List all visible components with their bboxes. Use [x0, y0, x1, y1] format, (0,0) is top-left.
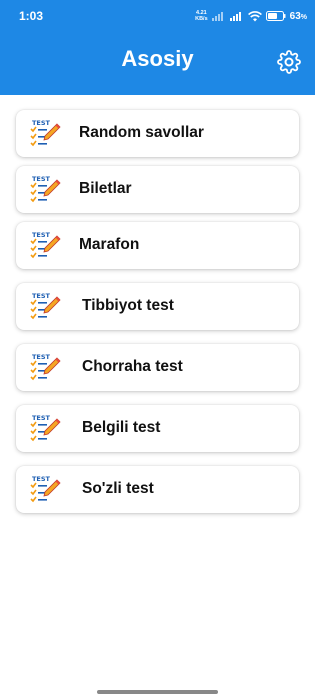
- menu-item-biletlar[interactable]: Biletlar: [16, 166, 299, 213]
- status-icons: 4.21 KB/s 63%: [195, 8, 307, 24]
- battery-percent-value: 63: [289, 10, 301, 22]
- test-checklist-icon: [29, 174, 61, 206]
- test-checklist-icon: [29, 230, 61, 262]
- menu-item-chorraha-test[interactable]: Chorraha test: [16, 344, 299, 391]
- menu-item-label: Biletlar: [79, 180, 132, 197]
- wifi-icon: [247, 10, 262, 21]
- battery-percent-unit: %: [300, 13, 307, 21]
- page-title: Asosiy: [121, 46, 194, 71]
- menu-item-tibbiyot-test[interactable]: Tibbiyot test: [16, 283, 299, 330]
- test-checklist-icon: [29, 413, 61, 445]
- network-speed: 4.21 KB/s: [195, 10, 208, 22]
- menu-item-marafon[interactable]: Marafon: [16, 222, 299, 269]
- menu-item-label: Tibbiyot test: [82, 297, 174, 314]
- menu-item-label: Marafon: [79, 236, 140, 253]
- menu-item-label: Belgili test: [82, 419, 161, 436]
- gear-icon[interactable]: [277, 50, 301, 74]
- menu-item-label: So'zli test: [82, 480, 154, 497]
- test-checklist-icon: [29, 118, 61, 150]
- menu-item-belgili-test[interactable]: Belgili test: [16, 405, 299, 452]
- menu-item-random-savollar[interactable]: Random savollar: [16, 110, 299, 157]
- status-bar: 1:03 4.21 KB/s 63%: [0, 0, 315, 30]
- test-checklist-icon: [29, 474, 61, 506]
- battery-percent: 63%: [290, 11, 307, 22]
- network-speed-unit: KB/s: [195, 16, 208, 22]
- menu-item-label: Chorraha test: [82, 358, 183, 375]
- app-header: 1:03 4.21 KB/s 63% Asosiy: [0, 0, 315, 95]
- signal-icon: [229, 12, 241, 21]
- test-checklist-icon: [29, 352, 61, 384]
- menu-item-sozli-test[interactable]: So'zli test: [16, 466, 299, 513]
- test-checklist-icon: [29, 291, 61, 323]
- battery-icon: [265, 11, 286, 21]
- menu-item-label: Random savollar: [79, 124, 204, 141]
- status-time: 1:03: [19, 9, 44, 23]
- home-indicator[interactable]: [97, 690, 218, 694]
- signal-icon: [211, 12, 223, 21]
